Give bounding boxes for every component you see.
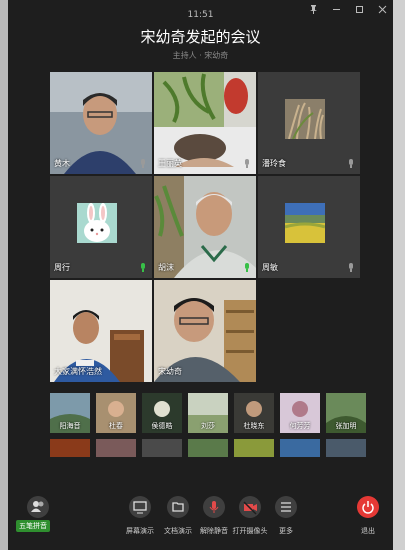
desktop-left-edge	[0, 0, 8, 550]
participant-tile[interactable]: 周敏	[258, 176, 360, 278]
share-screen-label: 屏幕演示	[126, 527, 154, 535]
share-document-label: 文档演示	[164, 527, 192, 535]
thumbnail[interactable]	[234, 439, 274, 457]
menu-icon	[275, 496, 297, 518]
participant-tile[interactable]: 潘玲食	[258, 72, 360, 174]
participant-name: 宋幼奇	[158, 367, 182, 376]
unmute-button[interactable]: 解除静音	[194, 496, 234, 536]
thumbnail-name: 阳海音	[59, 422, 81, 430]
participant-name: 周敏	[262, 263, 278, 272]
thumbnail[interactable]: 杜春	[96, 393, 136, 433]
leave-button[interactable]: 退出	[348, 496, 388, 536]
participants-icon	[27, 496, 49, 518]
mic-muted-icon	[140, 159, 146, 168]
mic-active-icon	[244, 263, 250, 272]
meeting-window: 11:51 宋幼奇发起的会议 主持人 · 宋幼奇 黄木 王丽英 潘玲食 周行 胡…	[8, 0, 393, 550]
thumbnail-name: 杜晓东	[243, 422, 265, 430]
thumbnail[interactable]: 阳海音	[50, 393, 90, 433]
participant-tile[interactable]: 胡沫	[154, 176, 256, 278]
thumbnail[interactable]: 刘莎	[188, 393, 228, 433]
screen-share-icon	[129, 496, 151, 518]
leave-label: 退出	[361, 527, 375, 535]
pin-icon[interactable]	[309, 4, 318, 17]
thumbnail[interactable]: 张加明	[326, 393, 366, 433]
share-document-button[interactable]: 文档演示	[158, 496, 198, 536]
minimize-icon[interactable]	[332, 4, 341, 17]
document-icon	[167, 496, 189, 518]
meeting-toolbar: 屏幕演示 文档演示 解除静音 打开摄像头 更多 退出	[8, 496, 393, 550]
thumbnail-name: 侯德皓	[151, 422, 173, 430]
thumbnail-name: 刘莎	[201, 422, 215, 430]
participant-tile[interactable]: 周行	[50, 176, 152, 278]
participant-tile[interactable]: 宋幼奇	[154, 280, 256, 382]
mic-active-icon	[140, 263, 146, 272]
maximize-icon[interactable]	[355, 4, 364, 17]
avatar	[285, 99, 325, 139]
share-screen-button[interactable]: 屏幕演示	[120, 496, 160, 536]
meeting-title: 宋幼奇发起的会议	[140, 28, 261, 46]
participant-tile[interactable]: 黄木	[50, 72, 152, 174]
thumbnail[interactable]	[280, 439, 320, 457]
ime-label: 五笔拼音	[19, 522, 47, 530]
participant-name: 胡沫	[158, 263, 174, 272]
participant-tile[interactable]: 王丽英	[154, 72, 256, 174]
participant-name: 周行	[54, 263, 70, 272]
window-controls	[309, 4, 387, 17]
mic-muted-icon	[348, 263, 354, 272]
thumbnail[interactable]	[96, 439, 136, 457]
participant-name: 黄木	[54, 159, 70, 168]
participants-button[interactable]	[18, 496, 58, 518]
unmute-label: 解除静音	[200, 527, 228, 535]
thumbnail-name: 何芳芳	[289, 422, 311, 430]
more-label: 更多	[279, 527, 293, 535]
mic-muted-icon	[244, 159, 250, 168]
thumbnail[interactable]	[326, 439, 366, 457]
avatar	[77, 203, 117, 243]
participant-name: 潘玲食	[262, 159, 286, 168]
participant-name: 大家满怀浩然	[54, 367, 102, 376]
thumbnail[interactable]: 何芳芳	[280, 393, 320, 433]
camera-off-icon	[239, 496, 261, 518]
desktop-right-edge	[393, 0, 405, 550]
participant-name: 王丽英	[158, 159, 182, 168]
participant-tile[interactable]: 大家满怀浩然	[50, 280, 152, 382]
mic-muted-icon	[348, 159, 354, 168]
camera-button[interactable]: 打开摄像头	[230, 496, 270, 536]
avatar	[285, 203, 325, 243]
ime-indicator[interactable]: 五笔拼音	[16, 520, 50, 532]
power-icon	[357, 496, 379, 518]
host-line: 主持人 · 宋幼奇	[172, 51, 229, 60]
thumbnail[interactable]	[188, 439, 228, 457]
thumbnail[interactable]: 侯德皓	[142, 393, 182, 433]
thumbnail-name: 杜春	[109, 422, 123, 430]
thumbnail[interactable]	[50, 439, 90, 457]
more-button[interactable]: 更多	[266, 496, 306, 536]
thumbnail-name: 张加明	[335, 422, 357, 430]
thumbnail[interactable]: 杜晓东	[234, 393, 274, 433]
mic-off-icon	[203, 496, 225, 518]
thumbnail[interactable]	[142, 439, 182, 457]
close-icon[interactable]	[378, 4, 387, 17]
camera-label: 打开摄像头	[232, 527, 268, 535]
